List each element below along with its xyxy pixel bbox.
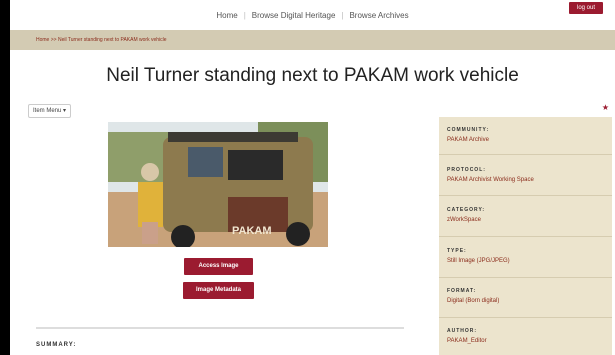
metadata-value[interactable]: PAKAM Archive — [447, 137, 607, 143]
metadata-author: AUTHOR: PAKAM_Editor — [447, 328, 607, 344]
metadata-type: TYPE: Still Image (JPG/JPEG) — [447, 248, 607, 264]
metadata-label: TYPE: — [447, 248, 467, 254]
metadata-category: CATEGORY: zWorkSpace — [447, 207, 607, 223]
item-photo[interactable]: PAKAM — [108, 122, 328, 247]
metadata-label: PROTOCOL: — [447, 167, 486, 173]
page: Home | Browse Digital Heritage | Browse … — [10, 0, 615, 355]
metadata-format: FORMAT: Digital (Born digital) — [447, 288, 607, 304]
image-metadata-button[interactable]: Image Metadata — [183, 282, 254, 299]
metadata-divider — [439, 236, 612, 237]
logout-button[interactable]: LOG OUT — [568, 2, 603, 14]
access-image-button[interactable]: Access Image — [184, 258, 253, 275]
nav-home-link[interactable]: Home — [210, 11, 243, 20]
metadata-value[interactable]: zWorkSpace — [447, 217, 607, 223]
nav-browse-archives-link[interactable]: Browse Archives — [343, 11, 414, 20]
metadata-divider — [439, 154, 612, 155]
divider — [36, 327, 404, 329]
summary-heading: SUMMARY: — [36, 342, 77, 348]
metadata-protocol: PROTOCOL: PAKAM Archivist Working Space — [447, 167, 607, 183]
photo-illustration: PAKAM — [108, 122, 328, 247]
metadata-label: COMMUNITY: — [447, 127, 490, 133]
svg-text:PAKAM: PAKAM — [232, 225, 272, 237]
metadata-label: FORMAT: — [447, 288, 477, 294]
metadata-divider — [439, 277, 612, 278]
top-navigation: Home | Browse Digital Heritage | Browse … — [10, 0, 615, 30]
breadcrumb[interactable]: Home >> Neil Turner standing next to PAK… — [10, 37, 167, 43]
nav-browse-digital-heritage-link[interactable]: Browse Digital Heritage — [246, 11, 342, 20]
metadata-label: CATEGORY: — [447, 207, 486, 213]
breadcrumb-bar: Home >> Neil Turner standing next to PAK… — [10, 30, 615, 50]
metadata-label: AUTHOR: — [447, 328, 478, 334]
metadata-value: Still Image (JPG/JPEG) — [447, 258, 510, 264]
metadata-sidebar: COMMUNITY: PAKAM Archive PROTOCOL: PAKAM… — [439, 117, 612, 355]
metadata-value: Digital (Born digital) — [447, 298, 500, 304]
metadata-divider — [439, 195, 612, 196]
metadata-value[interactable]: PAKAM_Editor — [447, 338, 607, 344]
metadata-divider — [439, 317, 612, 318]
metadata-value[interactable]: PAKAM Archivist Working Space — [447, 177, 607, 183]
page-title: Neil Turner standing next to PAKAM work … — [106, 65, 519, 86]
star-icon[interactable]: ★ — [602, 103, 609, 112]
item-menu-dropdown[interactable]: Item Menu ▾ — [28, 104, 72, 118]
metadata-community: COMMUNITY: PAKAM Archive — [447, 127, 607, 143]
